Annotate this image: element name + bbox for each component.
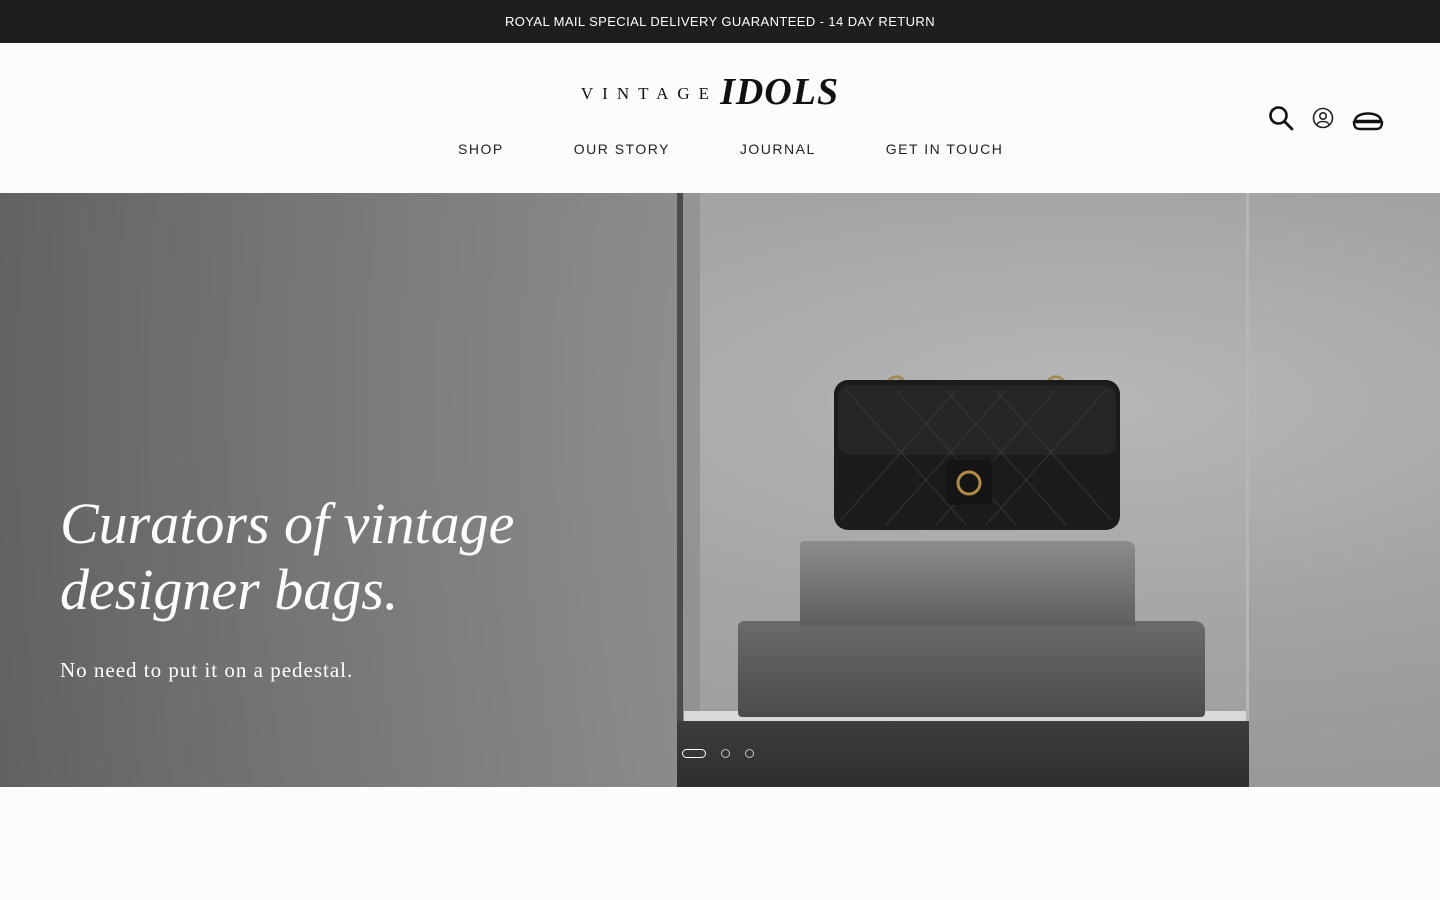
site-logo[interactable]: VINTAGE IDOLS (0, 71, 1420, 113)
stone-pedestal-lower (738, 621, 1205, 717)
hero-title: Curators of vintage designer bags. (60, 491, 515, 622)
hero-subtitle: No need to put it on a pedestal. (60, 658, 354, 682)
logo-small-text: VINTAGE (580, 84, 719, 103)
site-header: VINTAGE IDOLS SHOP OUR STORY JOURNAL GET… (0, 43, 1440, 193)
display-base (677, 721, 1249, 787)
nav-get-in-touch[interactable]: GET IN TOUCH (886, 141, 1004, 157)
announcement-text: ROYAL MAIL SPECIAL DELIVERY GUARANTEED -… (504, 14, 935, 29)
slide-dot-3[interactable] (745, 749, 754, 758)
hero-background (0, 193, 700, 787)
search-icon[interactable] (1268, 105, 1294, 131)
slide-dot-1-active[interactable] (682, 749, 706, 758)
next-section-heading-peek (555, 886, 795, 900)
slide-dot-2[interactable] (721, 749, 730, 758)
handbag-image (834, 375, 1120, 530)
header-icons (1268, 105, 1384, 131)
account-icon[interactable] (1312, 107, 1334, 129)
nav-our-story[interactable]: OUR STORY (574, 141, 670, 157)
hero-slider: Curators of vintage designer bags. No ne… (0, 193, 1440, 787)
announcement-bar: ROYAL MAIL SPECIAL DELIVERY GUARANTEED -… (0, 0, 1440, 43)
cart-icon[interactable] (1352, 105, 1384, 131)
nav-journal[interactable]: JOURNAL (740, 141, 816, 157)
slider-pagination (682, 749, 754, 758)
main-nav: SHOP OUR STORY JOURNAL GET IN TOUCH (458, 141, 1003, 157)
nav-shop[interactable]: SHOP (458, 141, 504, 157)
logo-big-text: IDOLS (720, 71, 840, 113)
